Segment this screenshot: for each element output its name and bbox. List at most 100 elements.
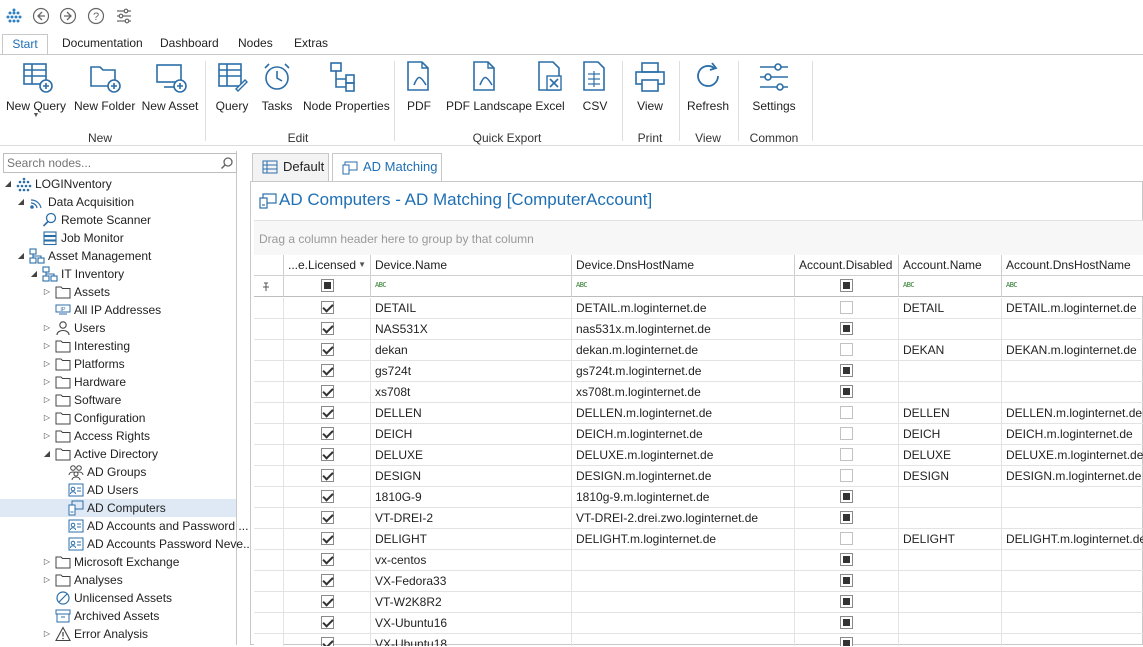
licensed-checkbox[interactable] xyxy=(320,553,334,566)
tab-ad-matching[interactable]: AD Matching xyxy=(332,153,442,183)
grid-cell-dns[interactable]: DELIGHT.m.loginternet.de xyxy=(572,529,795,550)
tasks-button[interactable]: Tasks xyxy=(258,59,296,119)
filter-checkbox[interactable] xyxy=(320,279,334,292)
licensed-checkbox[interactable] xyxy=(320,427,334,440)
forward-icon[interactable] xyxy=(58,6,78,26)
expand-arrow-icon[interactable]: ▷ xyxy=(42,319,52,337)
grid-cell-licensed[interactable] xyxy=(284,550,371,571)
grid-cell-accdns[interactable] xyxy=(1002,382,1143,403)
disabled-checkbox[interactable] xyxy=(840,427,853,440)
grid-cell-licensed[interactable] xyxy=(284,634,371,646)
tab-documentation[interactable]: Documentation xyxy=(54,34,151,54)
grid-cell-acc[interactable]: DELUXE xyxy=(899,445,1002,466)
grid-cell-name[interactable]: VT-W2K8R2 xyxy=(371,592,572,613)
grid-cell-acc[interactable] xyxy=(899,382,1002,403)
expand-arrow-icon[interactable]: ▷ xyxy=(42,409,52,427)
collapse-arrow-icon[interactable]: ◢ xyxy=(16,193,26,211)
row-indicator[interactable] xyxy=(254,508,284,529)
grid-cell-disabled[interactable] xyxy=(795,634,899,646)
filter-cell[interactable]: ABC xyxy=(899,276,1002,297)
grid-cell-disabled[interactable] xyxy=(795,298,899,319)
licensed-checkbox[interactable] xyxy=(320,385,334,398)
grid-cell-name[interactable]: VX-Ubuntu18 xyxy=(371,634,572,646)
grid-cell-name[interactable]: DETAIL xyxy=(371,298,572,319)
column-header-account-dnshostname[interactable]: Account.DnsHostName xyxy=(1002,255,1143,276)
search-icon[interactable] xyxy=(220,156,234,173)
grid-cell-name[interactable]: vx-centos xyxy=(371,550,572,571)
grid-cell-accdns[interactable]: DELLEN.m.loginternet.de xyxy=(1002,403,1143,424)
grid-cell-disabled[interactable] xyxy=(795,613,899,634)
grid-cell-dns[interactable] xyxy=(572,592,795,613)
row-indicator[interactable] xyxy=(254,592,284,613)
grid-cell-licensed[interactable] xyxy=(284,319,371,340)
grid-cell-licensed[interactable] xyxy=(284,466,371,487)
tab-start[interactable]: Start xyxy=(2,34,48,55)
grid-cell-name[interactable]: VX-Fedora33 xyxy=(371,571,572,592)
dropdown-arrow-icon[interactable]: ▼ xyxy=(6,112,66,119)
grid-cell-acc[interactable]: DEICH xyxy=(899,424,1002,445)
grid-cell-accdns[interactable] xyxy=(1002,571,1143,592)
grid-cell-dns[interactable]: xs708t.m.loginternet.de xyxy=(572,382,795,403)
csv-button[interactable]: CSV xyxy=(577,59,613,119)
licensed-checkbox[interactable] xyxy=(320,448,334,461)
filter-cell[interactable] xyxy=(795,276,899,297)
grid-cell-acc[interactable] xyxy=(899,508,1002,529)
tree-item[interactable]: ▷ Configuration xyxy=(0,409,236,427)
pdf-landscape-button[interactable]: PDF Landscape xyxy=(446,59,532,119)
tree-item[interactable]: ▷ Hardware xyxy=(0,373,236,391)
grid-cell-accdns[interactable]: DETAIL.m.loginternet.de xyxy=(1002,298,1143,319)
tab-dashboard[interactable]: Dashboard xyxy=(152,34,227,54)
grid-cell-disabled[interactable] xyxy=(795,529,899,550)
grid-cell-disabled[interactable] xyxy=(795,382,899,403)
column-header-device-dnshostname[interactable]: Device.DnsHostName xyxy=(572,255,795,276)
grid-cell-licensed[interactable] xyxy=(284,403,371,424)
disabled-checkbox[interactable] xyxy=(840,385,853,398)
grid-cell-disabled[interactable] xyxy=(795,487,899,508)
grid-cell-dns[interactable]: 1810g-9.m.loginternet.de xyxy=(572,487,795,508)
disabled-checkbox[interactable] xyxy=(840,448,853,461)
collapse-arrow-icon[interactable]: ◢ xyxy=(16,247,26,265)
tree-item[interactable]: AD Accounts Password Neve... xyxy=(0,535,253,553)
row-indicator[interactable] xyxy=(254,550,284,571)
grid-cell-acc[interactable] xyxy=(899,361,1002,382)
app-logo-icon[interactable] xyxy=(4,6,24,26)
help-icon[interactable]: ? xyxy=(86,6,106,26)
column-header-account-disabled[interactable]: Account.Disabled xyxy=(795,255,899,276)
tree-item[interactable]: ▷ Assets xyxy=(0,283,236,301)
tree-item[interactable]: Archived Assets xyxy=(0,607,236,625)
column-header-licensed[interactable]: ...e.Licensed ▼ xyxy=(284,255,371,276)
search-input[interactable] xyxy=(4,154,214,172)
expand-arrow-icon[interactable]: ▷ xyxy=(42,283,52,301)
tree-item[interactable]: Unlicensed Assets xyxy=(0,589,236,607)
grid-cell-dns[interactable]: DEICH.m.loginternet.de xyxy=(572,424,795,445)
grid-cell-name[interactable]: dekan xyxy=(371,340,572,361)
grid-cell-dns[interactable]: DESIGN.m.loginternet.de xyxy=(572,466,795,487)
node-properties-button[interactable]: Node Properties xyxy=(303,59,390,119)
grid-cell-licensed[interactable] xyxy=(284,340,371,361)
grid-cell-accdns[interactable] xyxy=(1002,508,1143,529)
tree-item[interactable]: ▷ Error Analysis xyxy=(0,625,236,643)
grid-cell-licensed[interactable] xyxy=(284,445,371,466)
disabled-checkbox[interactable] xyxy=(840,511,853,524)
grid-cell-dns[interactable] xyxy=(572,550,795,571)
filter-checkbox[interactable] xyxy=(840,279,853,292)
grid-cell-acc[interactable]: DESIGN xyxy=(899,466,1002,487)
grid-cell-disabled[interactable] xyxy=(795,592,899,613)
row-indicator[interactable] xyxy=(254,403,284,424)
grid-cell-accdns[interactable]: DEKAN.m.loginternet.de xyxy=(1002,340,1143,361)
expand-arrow-icon[interactable]: ▷ xyxy=(42,553,52,571)
row-indicator[interactable] xyxy=(254,613,284,634)
licensed-checkbox[interactable] xyxy=(320,322,334,335)
tree-item[interactable]: Remote Scanner xyxy=(0,211,236,229)
grid-cell-disabled[interactable] xyxy=(795,361,899,382)
tree-item[interactable]: ▷ Users xyxy=(0,319,236,337)
grid-cell-disabled[interactable] xyxy=(795,424,899,445)
grid-cell-licensed[interactable] xyxy=(284,508,371,529)
disabled-checkbox[interactable] xyxy=(840,616,853,629)
grid-cell-disabled[interactable] xyxy=(795,445,899,466)
disabled-checkbox[interactable] xyxy=(840,532,853,545)
disabled-checkbox[interactable] xyxy=(840,553,853,566)
tree-item[interactable]: AD Groups xyxy=(0,463,236,481)
grid-cell-accdns[interactable] xyxy=(1002,613,1143,634)
row-indicator[interactable] xyxy=(254,466,284,487)
